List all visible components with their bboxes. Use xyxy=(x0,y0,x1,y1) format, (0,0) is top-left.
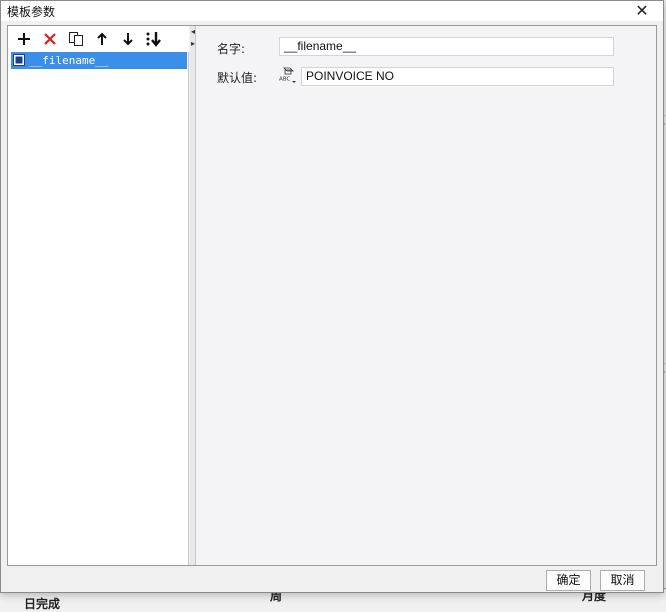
add-icon xyxy=(18,33,30,45)
close-button[interactable]: ✕ xyxy=(633,2,651,20)
param-list-panel: __filename__ xyxy=(8,26,189,565)
move-up-icon xyxy=(97,32,107,45)
add-button[interactable] xyxy=(14,29,34,49)
param-detail-panel: 名字: __filename__ 默认值: ABC POINVOICE NO xyxy=(196,26,656,565)
ok-button[interactable]: 确定 xyxy=(546,570,591,591)
sort-icon xyxy=(146,32,161,47)
title-bar: 模板参数 ✕ xyxy=(1,1,663,21)
delete-button[interactable] xyxy=(40,29,60,49)
dialog-client-area: __filename__ ◂ ▸ 名字: __filename__ 默认值: A… xyxy=(7,25,657,566)
bg-text: 日完成 xyxy=(24,597,61,611)
copy-button[interactable] xyxy=(66,29,86,49)
move-down-icon xyxy=(123,33,133,46)
parameter-icon xyxy=(13,54,25,66)
name-field[interactable]: __filename__ xyxy=(279,37,614,56)
param-toolbar xyxy=(8,26,189,52)
move-up-button[interactable] xyxy=(92,29,112,49)
abc-type-icon[interactable]: ABC xyxy=(278,66,298,86)
copy-icon xyxy=(69,32,83,46)
tree-item-filename[interactable]: __filename__ xyxy=(11,52,187,69)
delete-icon xyxy=(44,33,56,45)
tree-item-label: __filename__ xyxy=(29,54,109,67)
svg-text:ABC: ABC xyxy=(279,77,290,83)
param-tree: __filename__ xyxy=(11,52,187,69)
sort-button[interactable] xyxy=(144,29,164,49)
default-value-label: 默认值: xyxy=(217,71,258,85)
move-down-button[interactable] xyxy=(118,29,138,49)
template-params-dialog: 模板参数 ✕ __filename__ ◂ ▸ 名字: __filename__… xyxy=(0,0,664,593)
dialog-footer: 确定 取消 xyxy=(1,567,663,593)
name-label: 名字: xyxy=(217,42,246,56)
dialog-title: 模板参数 xyxy=(7,5,56,19)
cancel-button[interactable]: 取消 xyxy=(600,570,645,591)
default-value-field[interactable]: POINVOICE NO xyxy=(301,67,614,86)
